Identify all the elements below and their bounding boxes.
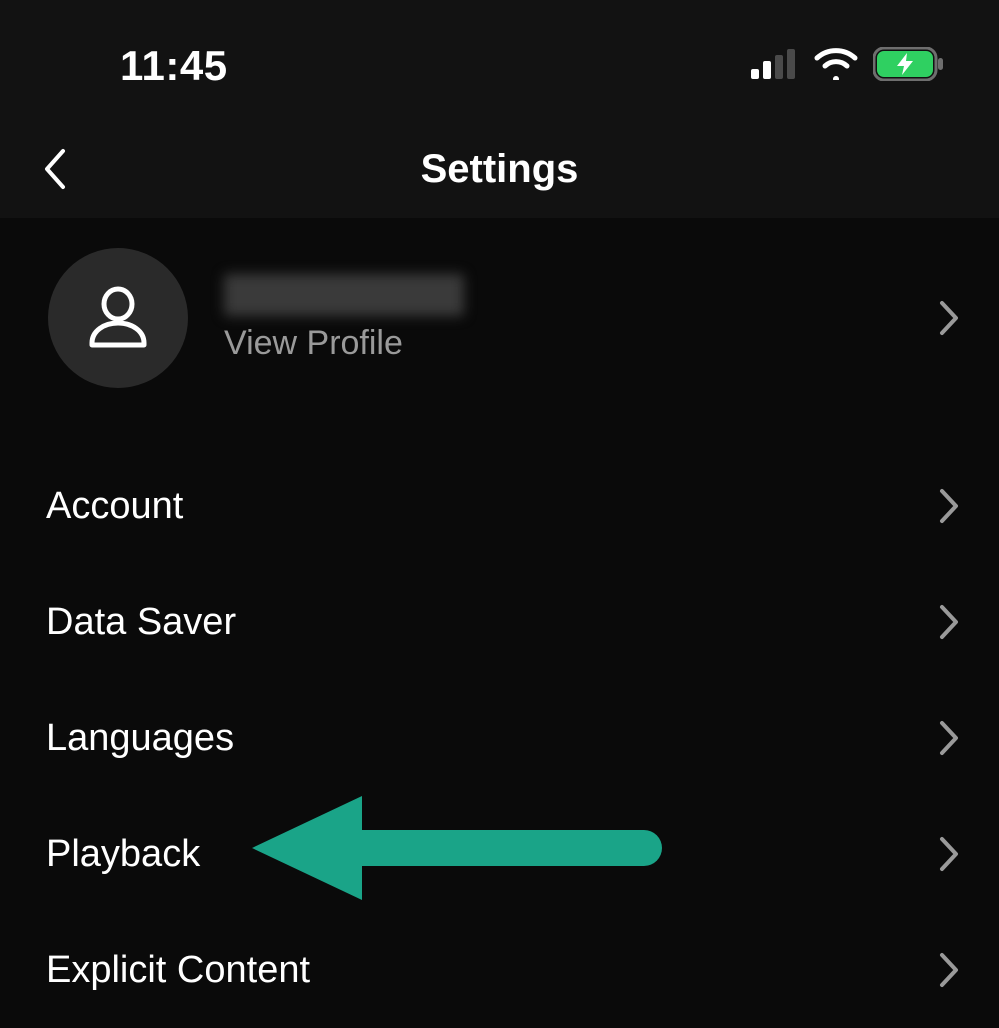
settings-label: Languages	[46, 717, 234, 760]
settings-row-data-saver[interactable]: Data Saver	[0, 564, 999, 680]
settings-row-account[interactable]: Account	[0, 448, 999, 564]
chevron-right-icon	[939, 720, 959, 756]
chevron-right-icon	[939, 952, 959, 988]
navbar: Settings	[0, 120, 999, 218]
chevron-right-icon	[939, 836, 959, 872]
chevron-left-icon	[41, 147, 67, 191]
settings-list: Account Data Saver Languages Playback Ex	[0, 418, 999, 1028]
status-bar: 11:45	[0, 0, 999, 120]
back-button[interactable]	[32, 147, 76, 191]
settings-label: Explicit Content	[46, 949, 310, 992]
cellular-icon	[751, 49, 799, 84]
content: View Profile Account Data Saver Language…	[0, 218, 999, 1028]
settings-label: Playback	[46, 833, 200, 876]
chevron-right-icon	[939, 488, 959, 524]
settings-label: Data Saver	[46, 601, 236, 644]
settings-label: Account	[46, 485, 183, 528]
view-profile-label: View Profile	[224, 324, 939, 363]
profile-text: View Profile	[224, 274, 939, 363]
page-title: Settings	[0, 147, 999, 192]
chevron-right-icon	[939, 604, 959, 640]
battery-charging-icon	[873, 47, 945, 86]
status-time: 11:45	[120, 42, 228, 90]
profile-name-redacted	[224, 274, 464, 316]
avatar	[48, 248, 188, 388]
settings-row-languages[interactable]: Languages	[0, 680, 999, 796]
settings-row-explicit-content[interactable]: Explicit Content	[0, 912, 999, 1028]
wifi-icon	[813, 48, 859, 85]
profile-row[interactable]: View Profile	[0, 218, 999, 418]
person-icon	[85, 285, 151, 351]
status-indicators	[751, 47, 945, 86]
settings-row-playback[interactable]: Playback	[0, 796, 999, 912]
chevron-right-icon	[939, 300, 959, 336]
